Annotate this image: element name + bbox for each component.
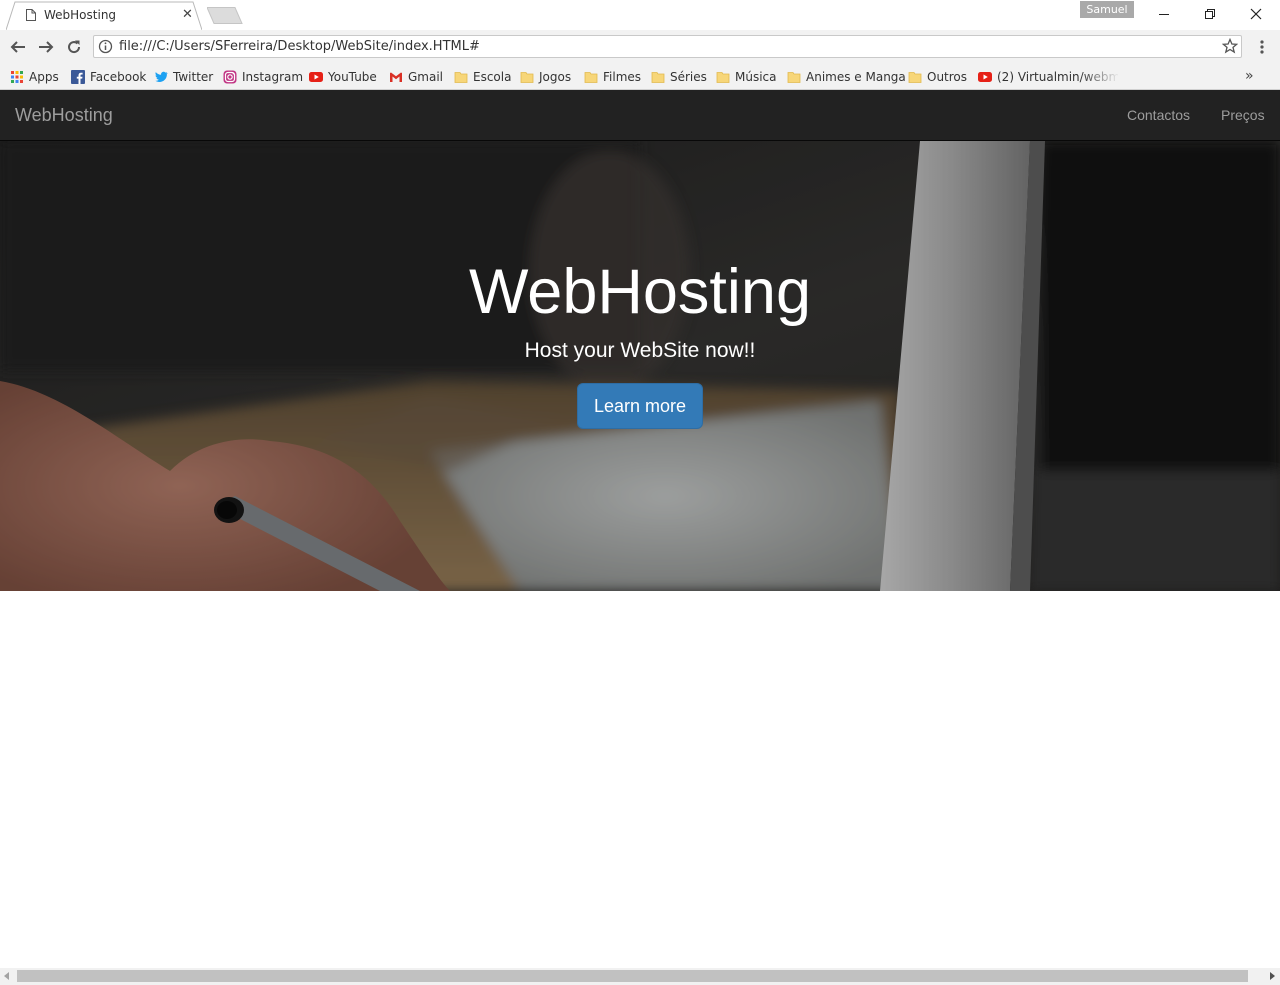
bookmark-folder-musica[interactable]: Música xyxy=(716,68,777,85)
bookmark-folder-jogos[interactable]: Jogos xyxy=(520,68,571,85)
page-document-icon xyxy=(26,9,36,21)
bookmark-folder-animes[interactable]: Animes e Manga xyxy=(787,68,906,85)
reload-icon[interactable] xyxy=(63,36,85,58)
hero-background-photo xyxy=(0,141,1280,591)
back-arrow-icon[interactable] xyxy=(7,36,29,58)
bookmark-twitter[interactable]: Twitter xyxy=(154,68,213,85)
nav-link-precos[interactable]: Preços xyxy=(1221,107,1265,123)
folder-icon xyxy=(584,70,598,84)
site-info-icon[interactable] xyxy=(98,39,113,54)
bookmark-label: Escola xyxy=(473,69,512,84)
bookmark-folder-outros[interactable]: Outros xyxy=(908,68,967,85)
bookmark-label: Twitter xyxy=(173,69,214,84)
youtube-icon xyxy=(978,70,992,84)
bookmark-facebook[interactable]: Facebook xyxy=(71,68,146,85)
scroll-left-arrow-icon[interactable] xyxy=(4,972,9,980)
instagram-icon xyxy=(223,70,237,84)
nav-link-contactos[interactable]: Contactos xyxy=(1127,107,1190,123)
site-brand[interactable]: WebHosting xyxy=(15,105,113,126)
bookmark-label: Jogos xyxy=(539,69,572,84)
bookmark-instagram[interactable]: Instagram xyxy=(223,68,303,85)
forward-arrow-icon[interactable] xyxy=(35,36,57,58)
bookmark-folder-filmes[interactable]: Filmes xyxy=(584,68,641,85)
restore-icon[interactable] xyxy=(1187,0,1233,28)
bookmark-star-icon[interactable] xyxy=(1221,37,1239,54)
folder-icon xyxy=(787,70,801,84)
bookmark-label: Séries xyxy=(670,69,707,84)
folder-icon xyxy=(454,70,468,84)
hero-subtitle: Host your WebSite now!! xyxy=(524,339,756,362)
tab-title: WebHosting xyxy=(44,8,117,22)
bookmark-label: Outros xyxy=(927,69,968,84)
bookmark-folder-series[interactable]: Séries xyxy=(651,68,707,85)
bookmark-folder-escola[interactable]: Escola xyxy=(454,68,511,85)
folder-icon xyxy=(908,70,922,84)
browser-titlebar: WebHosting ✕ Samuel xyxy=(0,0,1280,30)
bookmark-label: Facebook xyxy=(90,69,147,84)
folder-icon xyxy=(651,70,665,84)
bookmark-label: Filmes xyxy=(603,69,642,84)
bookmark-gmail[interactable]: Gmail xyxy=(389,68,443,85)
profile-button[interactable]: Samuel xyxy=(1080,1,1134,18)
browser-tab[interactable]: WebHosting ✕ xyxy=(6,1,202,30)
bookmark-label: Música xyxy=(735,69,777,84)
facebook-icon xyxy=(71,69,85,84)
bookmark-label: Gmail xyxy=(408,69,444,84)
youtube-icon xyxy=(309,70,323,84)
minimize-icon[interactable] xyxy=(1141,0,1187,28)
folder-icon xyxy=(716,70,730,84)
bookmarks-overflow-chevron-icon[interactable]: » xyxy=(1245,68,1254,84)
gmail-icon xyxy=(389,70,403,84)
bookmark-label: Animes e Manga xyxy=(806,69,906,84)
horizontal-scrollbar[interactable] xyxy=(0,968,1280,985)
scroll-right-arrow-icon[interactable] xyxy=(1270,972,1275,980)
bookmark-label: YouTube xyxy=(328,69,377,84)
apps-grid-icon xyxy=(10,70,24,84)
bookmark-label: Instagram xyxy=(242,69,304,84)
learn-more-button[interactable]: Learn more xyxy=(577,383,703,429)
twitter-icon xyxy=(154,70,168,84)
folder-icon xyxy=(520,70,534,84)
bookmark-youtube[interactable]: YouTube xyxy=(309,68,377,85)
hero-section: WebHosting Host your WebSite now!! Learn… xyxy=(0,141,1280,591)
hero-title: WebHosting xyxy=(468,257,811,327)
browser-menu-icon[interactable] xyxy=(1253,38,1271,56)
new-tab-button[interactable] xyxy=(206,7,243,24)
site-navbar: WebHosting Contactos Preços xyxy=(0,90,1280,141)
bookmark-fade xyxy=(1080,64,1120,88)
scrollbar-thumb[interactable] xyxy=(17,970,1248,982)
tab-close-icon[interactable]: ✕ xyxy=(182,7,193,23)
bookmark-label: Apps xyxy=(29,69,59,84)
url-text[interactable]: file:///C:/Users/SFerreira/Desktop/WebSi… xyxy=(119,39,480,54)
address-bar[interactable]: file:///C:/Users/SFerreira/Desktop/WebSi… xyxy=(93,35,1242,58)
close-window-icon[interactable] xyxy=(1233,0,1279,28)
bookmark-apps[interactable]: Apps xyxy=(10,68,59,85)
